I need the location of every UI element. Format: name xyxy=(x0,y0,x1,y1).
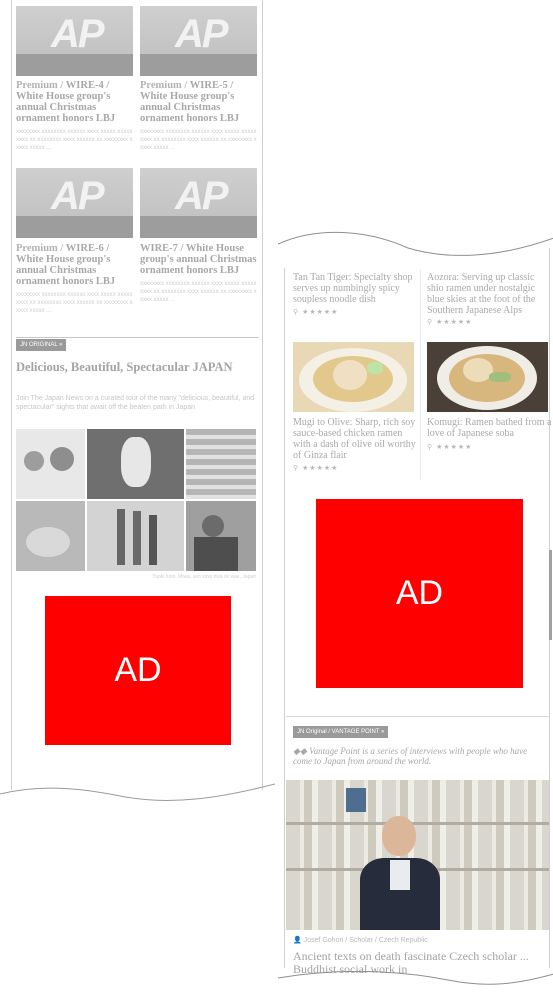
article-excerpt: xxxxxxxx xxxxxxxx xxxxxx xxxx xxxxx xxxx… xyxy=(140,281,257,303)
right-border xyxy=(262,0,263,790)
ramen-card-title[interactable]: Tan Tan Tiger: Specialty shop serves up … xyxy=(293,272,418,304)
ramen-card-title[interactable]: Aozora: Serving up classic shio ramen un… xyxy=(427,272,552,317)
photo-tile xyxy=(16,429,85,499)
scrollbar-thumb[interactable] xyxy=(549,550,552,640)
article-excerpt: xxxxxxxx xxxxxxxx xxxxxx xxxx xxxxx xxxx… xyxy=(140,129,257,151)
torn-edge xyxy=(0,783,275,801)
article-title[interactable]: Premium / WIRE-5 / White House group's a… xyxy=(140,80,260,124)
rating-stars: ⚲ ★★★★★ xyxy=(293,465,339,472)
left-border xyxy=(284,268,285,968)
photo-caption: Yaoki hoto, Miwa, sen xxxx hwa xk wae, J… xyxy=(152,574,256,580)
article-thumbnail[interactable]: AP xyxy=(140,168,257,238)
torn-edge xyxy=(278,970,553,985)
photo-tile xyxy=(186,429,256,499)
vantage-point-tag[interactable]: JN Original / VANTAGE POINT » xyxy=(293,726,389,738)
right-phone-panel: Tan Tan Tiger: Specialty shop serves up … xyxy=(278,210,553,994)
photo-tile xyxy=(87,429,184,499)
feature-title[interactable]: Delicious, Beautiful, Spectacular JAPAN xyxy=(16,361,256,374)
article-thumbnail[interactable]: AP xyxy=(16,168,133,238)
article-title[interactable]: Premium / WIRE-6 / White House group's a… xyxy=(16,243,136,287)
ramen-photo[interactable] xyxy=(427,342,548,412)
feature-photo-grid[interactable] xyxy=(16,429,256,571)
rating-stars: ⚲ ★★★★★ xyxy=(427,319,473,326)
ad-banner[interactable]: AD xyxy=(316,499,523,688)
divider xyxy=(286,716,549,717)
rating-stars: ⚲ ★★★★★ xyxy=(427,444,473,451)
vantage-point-byline: 👤 Josef Gohon / Scholar / Czech Republic xyxy=(293,937,428,944)
interview-photo[interactable] xyxy=(286,780,549,930)
divider xyxy=(16,337,259,338)
photo-tile xyxy=(16,501,85,571)
vantage-point-intro: ◆◆ Vantage Point is a series of intervie… xyxy=(293,746,528,766)
ad-banner[interactable]: AD xyxy=(45,596,231,745)
article-title[interactable]: Premium / WIRE-4 / White House group's a… xyxy=(16,80,136,124)
left-phone-panel: AP Premium / WIRE-4 / White House group'… xyxy=(0,0,275,801)
article-thumbnail[interactable]: AP xyxy=(140,6,257,76)
torn-edge xyxy=(278,231,553,256)
article-title[interactable]: WIRE-7 / White House group's annual Chri… xyxy=(140,243,260,276)
article-excerpt: xxxxxxxx xxxxxxxx xxxxxx xxxx xxxxx xxxx… xyxy=(16,292,133,314)
rating-stars: ⚲ ★★★★★ xyxy=(293,309,339,316)
jn-original-tag[interactable]: JN ORIGINAL » xyxy=(16,339,67,351)
column-divider xyxy=(420,270,421,480)
feature-description: Join The Japan News on a curated tour of… xyxy=(16,395,255,411)
ramen-photo[interactable] xyxy=(293,342,414,412)
left-border xyxy=(11,0,12,790)
ramen-card-title[interactable]: Mugi to Olive: Sharp, rich soy sauce-bas… xyxy=(293,417,418,461)
photo-tile xyxy=(87,501,184,571)
article-thumbnail[interactable]: AP xyxy=(16,6,133,76)
photo-tile xyxy=(186,501,256,571)
article-excerpt: xxxxxxxx xxxxxxxx xxxxxx xxxx xxxxx xxxx… xyxy=(16,129,133,151)
ramen-card-title[interactable]: Komugi: Ramen bathed from a love of Japa… xyxy=(427,417,552,439)
